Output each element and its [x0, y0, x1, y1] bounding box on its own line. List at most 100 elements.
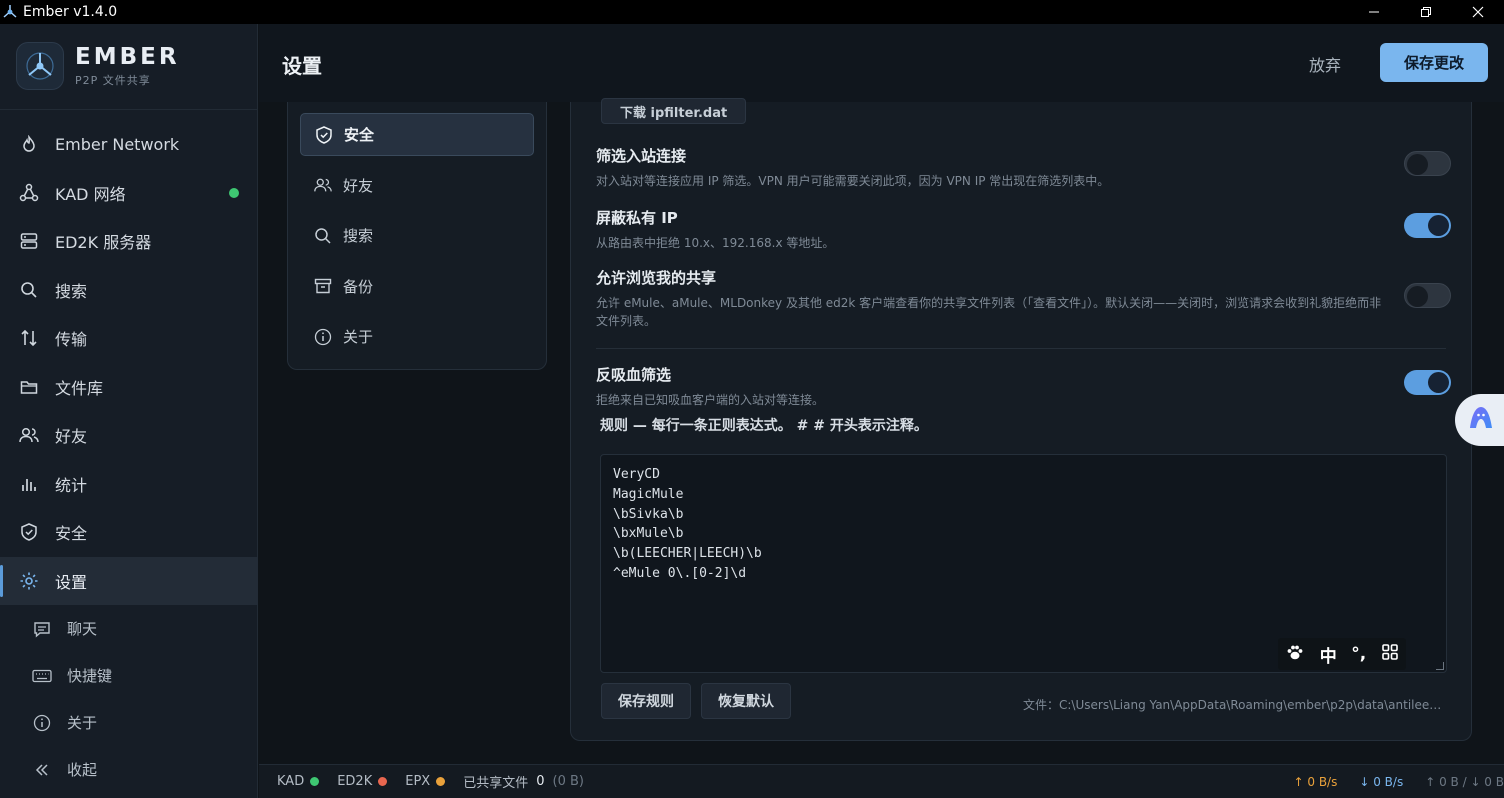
sidebar-subitem-about[interactable]: 关于 — [0, 699, 258, 746]
status-epx: EPX — [405, 774, 446, 789]
sidebar-subitem-label: 快捷键 — [67, 667, 113, 685]
restore-default-button[interactable]: 恢复默认 — [701, 683, 791, 719]
setting-title: 筛选入站连接 — [596, 147, 687, 165]
setting-block-private-ip: 屏蔽私有 IP 从路由表中拒绝 10.x、192.168.x 等地址。 — [596, 207, 1451, 252]
setting-title: 允许浏览我的共享 — [596, 269, 717, 287]
rules-file-path: 文件：C:\Users\Liang Yan\AppData\Roaming\em… — [1023, 698, 1447, 712]
window-controls — [1348, 0, 1504, 24]
rules-label: 规则 — 每行一条正则表达式。 # # 开头表示注释。 — [600, 418, 928, 434]
brand-subtitle: P2P 文件共享 — [75, 74, 151, 87]
shared-count: 0 — [536, 774, 545, 789]
save-changes-button[interactable]: 保存更改 — [1380, 43, 1488, 82]
grid-icon[interactable] — [1381, 643, 1399, 666]
sidebar-collapse-button[interactable]: 收起 — [0, 746, 258, 793]
block-private-ip-toggle[interactable] — [1404, 213, 1451, 238]
sidebar-item-friends[interactable]: 好友 — [0, 411, 258, 460]
settings-nav-label: 搜索 — [343, 227, 374, 245]
setting-description: 对入站对等连接应用 IP 筛选。VPN 用户可能需要关闭此项，因为 VPN IP… — [596, 174, 1110, 188]
status-shared: 已共享文件 0 (0 B) — [463, 772, 584, 791]
shield-icon — [18, 521, 40, 543]
stats-icon — [18, 473, 40, 495]
settings-nav-label: 安全 — [344, 126, 375, 144]
sidebar-item-label: 设置 — [55, 572, 88, 592]
settings-nav-security[interactable]: 安全 — [300, 113, 534, 156]
sidebar-item-ed2k[interactable]: ED2K 服务器 — [0, 217, 258, 266]
sidebar-item-search[interactable]: 搜索 — [0, 266, 258, 315]
window-title: Ember v1.4.0 — [23, 4, 118, 20]
sidebar-item-settings[interactable]: 设置 — [0, 556, 258, 605]
settings-nav-about[interactable]: 关于 — [300, 315, 534, 358]
restore-icon[interactable] — [1400, 0, 1452, 24]
status-label: ED2K — [337, 774, 373, 789]
sidebar-item-label: 文件库 — [55, 378, 104, 398]
sidebar-item-security[interactable]: 安全 — [0, 508, 258, 557]
search-icon — [18, 279, 40, 301]
settings-content: 安全 好友 搜索 备份 关于 下载 ipfilter.dat 筛选入站连接 对入… — [259, 98, 1504, 764]
paw-icon[interactable] — [1285, 642, 1305, 667]
folder-icon — [18, 376, 40, 398]
ed2k-status-dot — [378, 777, 388, 786]
filter-inbound-toggle[interactable] — [1404, 151, 1451, 176]
app-icon — [3, 5, 17, 18]
settings-nav: 安全 好友 搜索 备份 关于 — [287, 102, 547, 370]
title-bar: Ember v1.4.0 — [0, 0, 1504, 24]
save-rules-button[interactable]: 保存规则 — [601, 683, 691, 719]
page-title: 设置 — [282, 54, 322, 78]
ime-punctuation[interactable]: °, — [1351, 644, 1366, 664]
ime-toolbar: 中 °, — [1278, 638, 1406, 670]
network-icon — [18, 182, 40, 204]
transfer-icon — [18, 327, 40, 349]
download-speed: ↓ 0 B/s — [1359, 775, 1404, 789]
sidebar-item-stats[interactable]: 统计 — [0, 460, 258, 509]
server-icon — [18, 230, 40, 252]
settings-nav-label: 备份 — [343, 277, 374, 296]
sidebar-subitem-chat[interactable]: 聊天 — [0, 605, 258, 652]
sidebar-subitem-label: 收起 — [67, 761, 98, 779]
settings-nav-search[interactable]: 搜索 — [300, 214, 534, 257]
sidebar-item-library[interactable]: 文件库 — [0, 363, 258, 412]
sidebar: EMBER P2P 文件共享 Ember Network KAD 网络 ED2K… — [0, 24, 258, 798]
speed-readouts: ↑ 0 B/s ↓ 0 B/s ↑ 0 B / ↓ 0 B — [1272, 765, 1504, 798]
rule-line: \bxMule\b — [613, 526, 684, 542]
settings-nav-friends[interactable]: 好友 — [300, 164, 534, 207]
sidebar-item-label: 好友 — [55, 427, 88, 447]
security-settings-panel: 下载 ipfilter.dat 筛选入站连接 对入站对等连接应用 IP 筛选。V… — [570, 98, 1472, 741]
sidebar-item-ember-network[interactable]: Ember Network — [0, 120, 258, 169]
section-divider — [596, 348, 1446, 349]
sidebar-subitem-label: 聊天 — [67, 620, 98, 638]
sidebar-item-kad[interactable]: KAD 网络 — [0, 169, 258, 218]
sidebar-item-label: Ember Network — [55, 134, 180, 154]
discard-button[interactable]: 放弃 — [1309, 52, 1341, 76]
sidebar-item-label: 统计 — [55, 475, 88, 495]
assistant-bubble[interactable] — [1455, 394, 1504, 446]
upload-speed: ↑ 0 B/s — [1293, 775, 1338, 789]
ime-mode[interactable]: 中 — [1320, 642, 1337, 667]
settings-nav-label: 好友 — [343, 176, 374, 195]
anti-leech-toggle[interactable] — [1404, 370, 1451, 395]
keyboard-icon — [32, 666, 52, 686]
status-bar: KAD ED2K EPX 已共享文件 0 (0 B) ↑ 0 B/s ↓ 0 B… — [259, 764, 1504, 798]
shield-check-icon — [314, 125, 334, 145]
sidebar-item-transfer[interactable]: 传输 — [0, 314, 258, 363]
download-ipfilter-button[interactable]: 下载 ipfilter.dat — [601, 98, 747, 124]
info-icon — [313, 327, 333, 347]
collapse-icon — [32, 760, 52, 780]
rule-line: MagicMule — [613, 486, 684, 502]
sidebar-item-label: 传输 — [55, 330, 88, 350]
status-label: KAD — [277, 774, 305, 789]
minimize-icon[interactable] — [1348, 0, 1400, 24]
sidebar-item-label: 搜索 — [55, 281, 88, 301]
allow-browse-toggle[interactable] — [1404, 283, 1451, 308]
shared-size: (0 B) — [552, 774, 584, 789]
friends-icon — [313, 175, 333, 195]
status-label: EPX — [405, 774, 431, 789]
sidebar-item-label: KAD 网络 — [55, 184, 126, 204]
archive-icon — [313, 276, 333, 296]
close-icon[interactable] — [1452, 0, 1504, 24]
sidebar-divider — [0, 109, 258, 110]
sidebar-subitem-shortcuts[interactable]: 快捷键 — [0, 652, 258, 699]
setting-anti-leech: 反吸血筛选 拒绝来自已知吸血客户端的入站对等连接。 — [596, 364, 1451, 409]
info-icon — [32, 713, 52, 733]
settings-nav-backup[interactable]: 备份 — [300, 265, 534, 308]
resize-handle[interactable] — [1436, 662, 1444, 670]
